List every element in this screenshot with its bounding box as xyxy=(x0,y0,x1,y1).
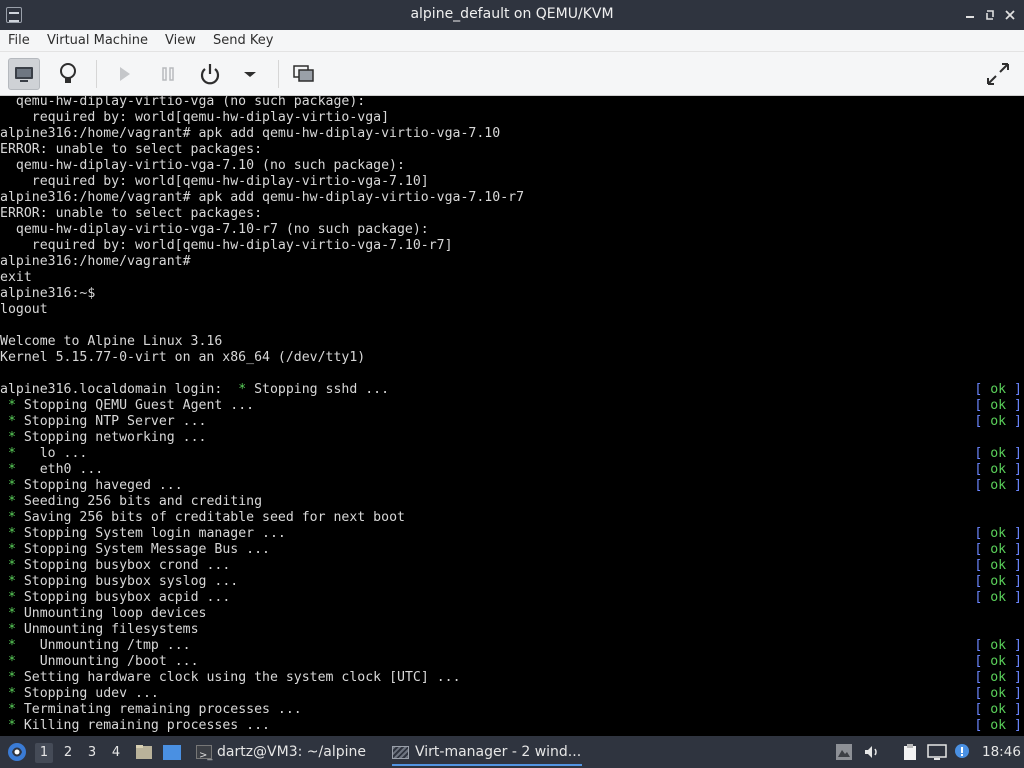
console-line: * eth0 ... xyxy=(7,462,104,477)
toolbar-separator xyxy=(278,60,279,88)
console-line: * Stopping NTP Server ... xyxy=(7,414,207,429)
console-ok-status: [ ok ] xyxy=(974,686,1022,701)
console-line: * lo ... xyxy=(7,446,88,461)
console-view-icon[interactable] xyxy=(8,58,40,90)
vm-console[interactable]: qemu-hw-diplay-virtio-vga (no such packa… xyxy=(0,96,1024,736)
console-ok-status: [ ok ] xyxy=(974,462,1022,477)
virt-manager-icon xyxy=(392,745,409,759)
clipboard-icon[interactable] xyxy=(900,742,920,762)
terminal-icon: >_ xyxy=(196,745,212,761)
menu-bar: File Virtual Machine View Send Key xyxy=(0,30,1024,52)
task-terminal[interactable]: >_ dartz@VM3: ~/alpine xyxy=(196,739,366,766)
console-line: logout xyxy=(0,302,48,317)
console-line: * Stopping System login manager ... xyxy=(7,526,286,541)
network-display-icon[interactable] xyxy=(926,742,947,762)
file-manager-icon[interactable] xyxy=(134,742,154,762)
console-line: * Terminating remaining processes ... xyxy=(7,702,302,717)
taskbar: 1 2 3 4 >_ dartz@VM3: ~/alpine Virt-mana… xyxy=(0,736,1024,768)
fullscreen-icon[interactable] xyxy=(982,58,1014,90)
toolbar-separator xyxy=(96,60,97,88)
workspace-1[interactable]: 1 xyxy=(35,743,53,763)
window-folder-icon[interactable] xyxy=(162,742,182,762)
details-bulb-icon[interactable] xyxy=(52,58,84,90)
console-ok-status: [ ok ] xyxy=(974,526,1022,541)
console-line: qemu-hw-diplay-virtio-vga (no such packa… xyxy=(0,96,366,109)
console-line: alpine316.localdomain login: * Stopping … xyxy=(0,382,390,397)
console-line: * Stopping busybox syslog ... xyxy=(7,574,239,589)
console-line: required by: world[qemu-hw-diplay-virtio… xyxy=(0,238,453,253)
console-line: qemu-hw-diplay-virtio-vga-7.10-r7 (no su… xyxy=(0,222,429,237)
console-line: alpine316:/home/vagrant# apk add qemu-hw… xyxy=(0,190,525,205)
console-ok-status: [ ok ] xyxy=(974,638,1022,653)
console-ok-status: [ ok ] xyxy=(974,478,1022,493)
clock[interactable]: 18:46 xyxy=(982,739,1021,766)
menu-virtual-machine[interactable]: Virtual Machine xyxy=(47,32,148,49)
console-line: required by: world[qemu-hw-diplay-virtio… xyxy=(0,110,390,125)
console-ok-status: [ ok ] xyxy=(974,590,1022,605)
close-icon[interactable] xyxy=(1002,6,1018,24)
workspace-4[interactable]: 4 xyxy=(107,743,125,763)
power-menu-chevron-icon[interactable] xyxy=(234,58,266,90)
console-line: Kernel 5.15.77-0-virt on an x86_64 (/dev… xyxy=(0,350,366,365)
console-line: ERROR: unable to select packages: xyxy=(0,206,263,221)
menu-file[interactable]: File xyxy=(8,32,30,49)
console-line: alpine316:~$ xyxy=(0,286,96,301)
start-menu-icon[interactable] xyxy=(6,741,28,763)
console-line: * Saving 256 bits of creditable seed for… xyxy=(7,510,405,525)
console-ok-status: [ ok ] xyxy=(974,670,1022,685)
workspace-2[interactable]: 2 xyxy=(59,743,77,763)
console-line: required by: world[qemu-hw-diplay-virtio… xyxy=(0,174,429,189)
task-virt-manager[interactable]: Virt-manager - 2 wind... xyxy=(392,739,582,766)
console-line: * Setting hardware clock using the syste… xyxy=(7,670,461,685)
console-line: * Stopping busybox crond ... xyxy=(7,558,231,573)
console-line: exit xyxy=(0,270,32,285)
console-ok-status: [ ok ] xyxy=(974,702,1022,717)
console-line: * Stopping QEMU Guest Agent ... xyxy=(7,398,255,413)
console-line: alpine316:/home/vagrant# xyxy=(0,254,191,269)
volume-icon[interactable] xyxy=(862,742,882,762)
console-line: * Unmounting /tmp ... xyxy=(7,638,191,653)
console-line: ERROR: unable to select packages: xyxy=(0,142,263,157)
run-icon[interactable] xyxy=(108,58,140,90)
console-line: * Stopping haveged ... xyxy=(7,478,183,493)
snapshots-icon[interactable] xyxy=(288,58,320,90)
console-line: alpine316:/home/vagrant# apk add qemu-hw… xyxy=(0,126,501,141)
task-virt-manager-label: Virt-manager - 2 wind... xyxy=(415,744,582,760)
console-ok-status: [ ok ] xyxy=(974,446,1022,461)
console-ok-status: [ ok ] xyxy=(974,718,1022,733)
window-titlebar: alpine_default on QEMU/KVM xyxy=(0,0,1024,30)
console-line: * Unmounting loop devices xyxy=(7,606,207,621)
console-line: qemu-hw-diplay-virtio-vga-7.10 (no such … xyxy=(0,158,405,173)
console-line: * Stopping networking ... xyxy=(7,430,207,445)
console-ok-status: [ ok ] xyxy=(974,654,1022,669)
console-line: * Unmounting filesystems xyxy=(7,622,199,637)
console-line: Welcome to Alpine Linux 3.16 xyxy=(0,334,223,349)
console-ok-status: [ ok ] xyxy=(974,558,1022,573)
console-ok-status: [ ok ] xyxy=(974,414,1022,429)
console-ok-status: [ ok ] xyxy=(974,382,1022,397)
task-terminal-label: dartz@VM3: ~/alpine xyxy=(217,744,366,760)
console-line: * Stopping busybox acpid ... xyxy=(7,590,231,605)
window-title: alpine_default on QEMU/KVM xyxy=(410,6,614,22)
menu-view[interactable]: View xyxy=(165,32,196,49)
maximize-icon[interactable] xyxy=(982,6,998,24)
console-ok-status: [ ok ] xyxy=(974,398,1022,413)
pause-icon[interactable] xyxy=(152,58,184,90)
minimize-icon[interactable] xyxy=(962,6,978,24)
workspace-3[interactable]: 3 xyxy=(83,743,101,763)
toolbar xyxy=(0,52,1024,96)
power-icon[interactable] xyxy=(194,58,226,90)
console-line: * Stopping udev ... xyxy=(7,686,159,701)
menu-send-key[interactable]: Send Key xyxy=(213,32,273,49)
console-ok-status: [ ok ] xyxy=(974,574,1022,589)
console-line: * Unmounting /boot ... xyxy=(7,654,199,669)
console-line: * Killing remaining processes ... xyxy=(7,718,270,733)
update-notifier-icon[interactable] xyxy=(952,742,972,762)
console-line: * Stopping System Message Bus ... xyxy=(7,542,270,557)
screenshot-icon[interactable] xyxy=(834,742,854,762)
console-ok-status: [ ok ] xyxy=(974,542,1022,557)
console-line: * Seeding 256 bits and crediting xyxy=(7,494,263,509)
